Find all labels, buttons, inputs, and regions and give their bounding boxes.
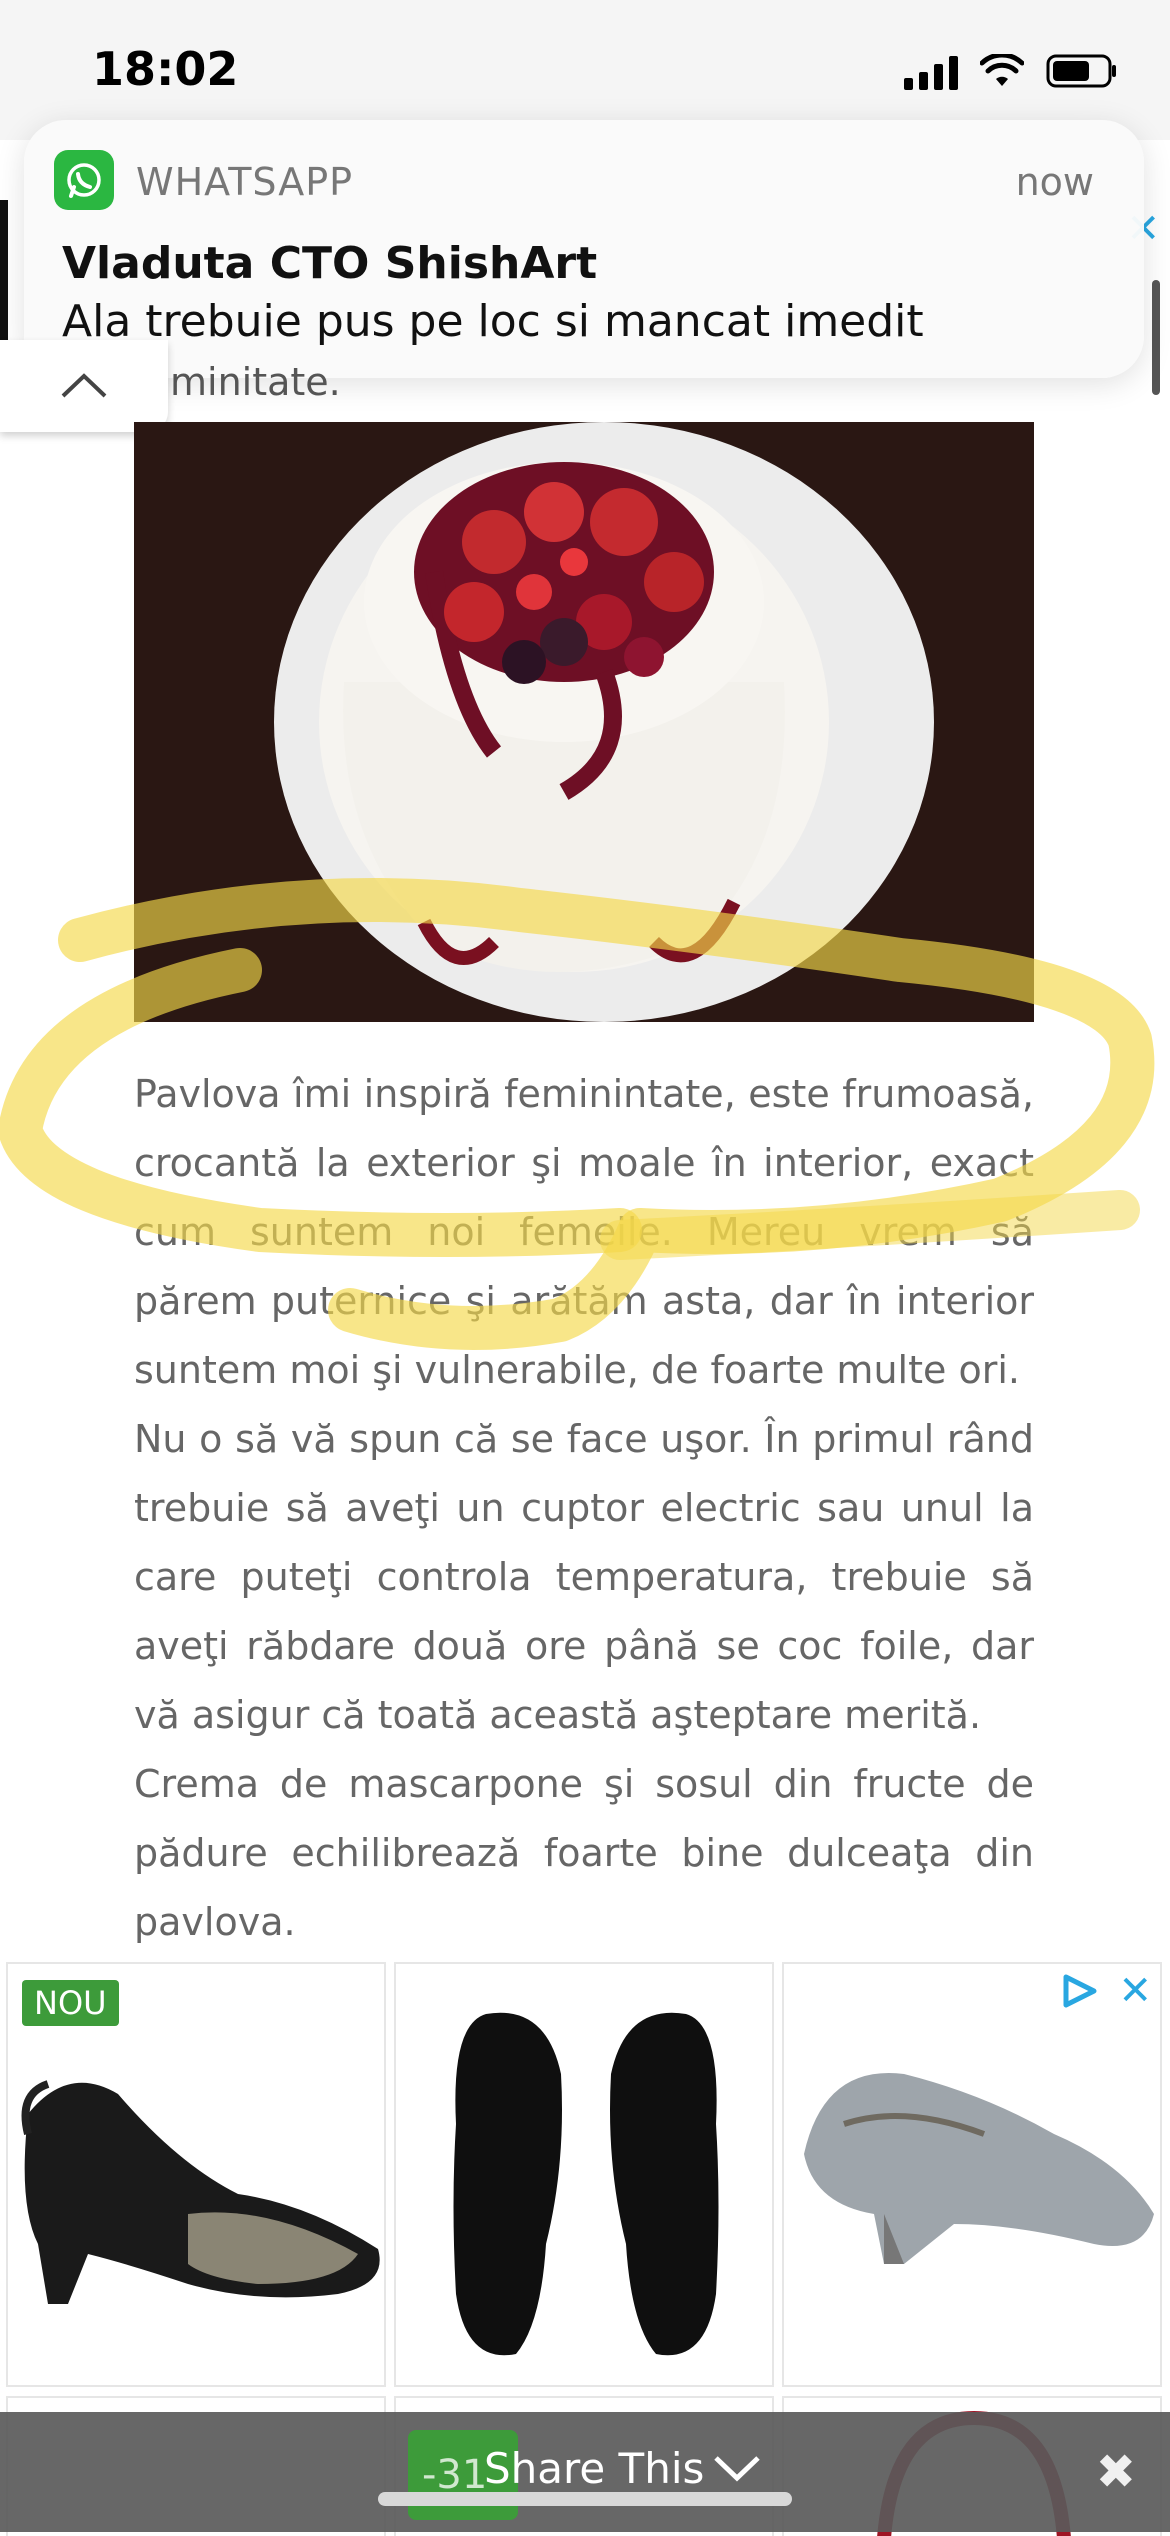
new-badge: NOU <box>22 1980 119 2026</box>
clock: 18:02 <box>92 42 239 96</box>
home-indicator[interactable] <box>378 2492 792 2506</box>
previous-text-fragment: minitate. <box>170 360 341 404</box>
ad-choices[interactable]: ✕ <box>1060 1968 1152 2014</box>
chevron-down-icon[interactable] <box>712 2452 762 2484</box>
ad-product-card[interactable]: NOU <box>6 1962 386 2387</box>
share-button[interactable]: Share This <box>484 2444 704 2493</box>
share-close-icon[interactable]: ✖ <box>1096 2444 1136 2500</box>
status-bar: 18:02 <box>0 0 1170 140</box>
ad-product-card[interactable] <box>782 1962 1162 2387</box>
article-paragraph: Nu o să vă spun că se face uşor. În prim… <box>134 1417 1034 1737</box>
status-icons <box>904 52 1118 90</box>
highlight-annotation <box>0 878 1155 1350</box>
notification-app-name: WHATSAPP <box>136 160 354 204</box>
pump-image <box>804 2073 1154 2264</box>
battery-icon <box>1046 53 1118 89</box>
collapse-toggle[interactable] <box>0 340 168 432</box>
ad-product-card[interactable] <box>394 1962 774 2387</box>
ad-grid: NOU <box>6 1962 1166 2392</box>
notification-time: now <box>1015 160 1094 204</box>
cellular-signal-icon <box>904 52 958 90</box>
whatsapp-icon <box>54 150 114 210</box>
insoles-image <box>453 2012 719 2356</box>
sandal-image <box>21 2080 380 2304</box>
whatsapp-notification[interactable]: WHATSAPP now Vladuta CTO ShishArt Ala tr… <box>24 120 1144 378</box>
ad-close-icon[interactable]: ✕ <box>1118 1968 1152 2014</box>
notification-message: Ala trebuie pus pe loc si mancat imedit <box>62 296 924 347</box>
chevron-up-icon <box>61 373 107 398</box>
wifi-icon <box>980 54 1024 88</box>
page-edge <box>0 200 8 340</box>
article-paragraph: Crema de mascarpone şi sosul din fructe … <box>134 1762 1034 1944</box>
scrollbar[interactable] <box>1152 280 1160 395</box>
notification-sender: Vladuta CTO ShishArt <box>62 238 598 289</box>
adchoices-icon[interactable] <box>1060 1973 1100 2009</box>
